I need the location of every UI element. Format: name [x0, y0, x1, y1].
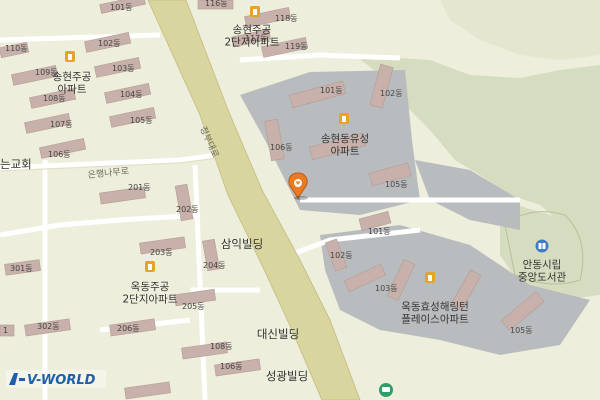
- place-label-line: 송현주공: [53, 71, 92, 83]
- place-label-line: 중앙도서관: [518, 272, 567, 284]
- building-label: 110동: [5, 44, 28, 53]
- building-label: 103동: [112, 64, 135, 73]
- building-label: 301동: [10, 264, 33, 273]
- place-label-line: 아파트: [331, 146, 360, 158]
- place-label-line: 2단지아파트: [123, 294, 178, 306]
- place-label-line: 안동시립: [523, 258, 562, 271]
- building-label: 101동: [320, 86, 343, 95]
- place-label-songhyeon-1: 송현주공 아파트: [53, 71, 92, 96]
- place-label-daesin: 대신빌딩: [257, 327, 299, 341]
- tourism-icon: [379, 383, 393, 397]
- building-label: 1: [3, 326, 8, 335]
- building-label: 106동: [270, 143, 293, 152]
- place-label-line: 아파트: [58, 84, 87, 96]
- apartment-icon: [145, 261, 155, 272]
- place-label-seokwang: 성광빌딩: [266, 369, 308, 383]
- apartment-icon: [339, 113, 349, 124]
- building-label: 206동: [117, 324, 140, 333]
- building-label: 105동: [510, 326, 533, 335]
- building-label: 106동: [48, 150, 71, 159]
- building-label: 102동: [98, 39, 121, 48]
- library-icon: [535, 239, 549, 253]
- building-label: 302동: [37, 322, 60, 331]
- place-label-line: 송현주공: [233, 24, 272, 36]
- place-label-line: 옥동주공: [131, 281, 170, 293]
- building-label: 118동: [275, 14, 298, 23]
- apartment-icon: [250, 6, 260, 17]
- building-label: 203동: [150, 248, 173, 257]
- building-label: 105동: [385, 180, 408, 189]
- place-label-library: 안동시립 중앙도서관: [518, 258, 567, 284]
- building-label: 106동: [220, 362, 243, 371]
- building-label: 204동: [203, 261, 226, 270]
- place-label-line: 송현동유성: [321, 133, 369, 145]
- apartment-icon: [425, 272, 435, 283]
- building-label: 104동: [120, 90, 143, 99]
- building-label: 107동: [50, 120, 73, 129]
- building-label: 108동: [210, 342, 233, 351]
- map-canvas[interactable]: 101동 116동 110동 102동 118동 117동 119동 109동 …: [0, 0, 600, 400]
- vworld-logo-text: V-WORLD: [27, 373, 96, 388]
- place-label-line: 2단지아파트: [225, 37, 280, 49]
- building-label: 205동: [182, 302, 205, 311]
- building-label: 101동: [368, 227, 391, 236]
- building-label: 102동: [330, 251, 353, 260]
- building-label: 101동: [110, 3, 133, 12]
- place-label-okdong-hyosung: 옥동효성해링턴 플레이스아파트: [401, 300, 469, 326]
- vworld-logo: V-WORLD: [6, 368, 106, 390]
- place-label-samik: 삼익빌딩: [221, 237, 263, 251]
- building-label: 202동: [176, 205, 199, 214]
- building-label: 119동: [285, 42, 308, 51]
- place-label-line: 옥동효성해링턴: [401, 300, 469, 313]
- building-label: 103동: [375, 284, 398, 293]
- building-label: 105동: [130, 116, 153, 125]
- building-label: 116동: [205, 0, 228, 8]
- building-label: 201동: [128, 183, 151, 192]
- place-label-line: 플레이스아파트: [401, 314, 469, 326]
- place-label-church: 는교회: [0, 157, 32, 171]
- building-label: 102동: [380, 89, 403, 98]
- apartment-icon: [65, 51, 75, 62]
